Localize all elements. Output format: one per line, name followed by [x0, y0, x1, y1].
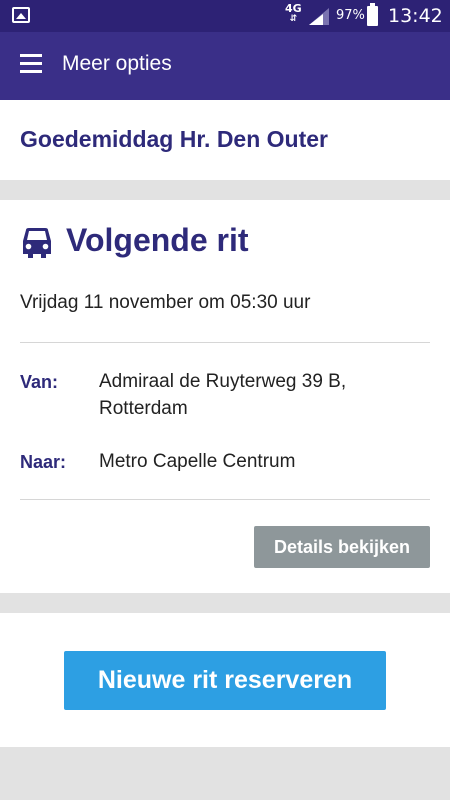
network-indicator: 4G ⇵ — [285, 3, 302, 25]
divider — [20, 499, 430, 500]
next-ride-title: Volgende rit — [66, 222, 249, 258]
from-address: Admiraal de Ruyterweg 39 B, Rotterdam — [99, 371, 347, 419]
image-icon — [12, 7, 30, 23]
from-label: Van: — [20, 372, 59, 392]
app-bar: Meer opties — [0, 32, 450, 100]
app-bar-title: Meer opties — [62, 52, 172, 75]
signal-icon — [309, 8, 329, 25]
data-arrows-icon: ⇵ — [289, 14, 298, 24]
hamburger-menu-icon[interactable] — [20, 54, 42, 74]
battery-icon — [367, 3, 378, 26]
greeting-text: Goedemiddag Hr. Den Outer — [20, 126, 328, 152]
battery-percentage: 97% — [336, 8, 365, 23]
status-bar: 4G ⇵ 97% 13:42 — [0, 0, 450, 32]
ride-date: Vrijdag 11 november om 05:30 uur — [20, 292, 311, 313]
clock: 13:42 — [388, 5, 443, 27]
next-ride-card: Volgende rit Vrijdag 11 november om 05:3… — [0, 200, 450, 593]
car-icon — [23, 228, 51, 258]
to-label: Naar: — [20, 452, 67, 472]
divider — [20, 342, 430, 343]
reserve-card: Nieuwe rit reserveren — [0, 613, 450, 747]
greeting-card: Goedemiddag Hr. Den Outer — [0, 100, 450, 180]
new-ride-button[interactable]: Nieuwe rit reserveren — [64, 651, 386, 710]
details-button[interactable]: Details bekijken — [254, 526, 430, 568]
to-address: Metro Capelle Centrum — [99, 451, 296, 472]
